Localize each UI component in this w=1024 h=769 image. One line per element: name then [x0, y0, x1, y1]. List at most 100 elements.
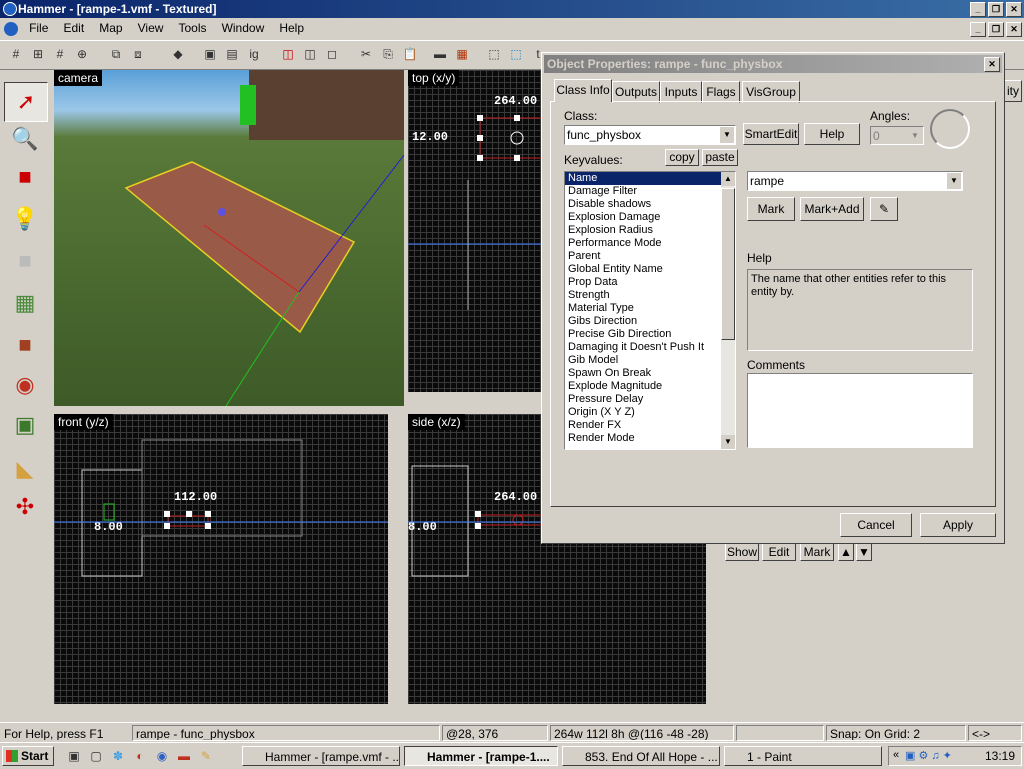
- magnify-tool-icon[interactable]: 🔍: [4, 120, 46, 158]
- task-hammer-1[interactable]: Hammer - [rampe.vmf - ...: [242, 746, 400, 766]
- chevron-down-icon[interactable]: ▼: [947, 173, 961, 189]
- box-icon[interactable]: ◻: [322, 44, 342, 64]
- desktop-icon[interactable]: ▣: [64, 746, 84, 766]
- keyvalue-item[interactable]: Damage Filter: [565, 185, 735, 198]
- vertex-tool-icon[interactable]: ✣: [4, 488, 46, 526]
- overlay-tool-icon[interactable]: ▣: [4, 406, 46, 444]
- cube-red-icon[interactable]: ◫: [278, 44, 298, 64]
- chevron-down-icon[interactable]: ▼: [908, 128, 922, 144]
- 3d-grid-icon[interactable]: ⊞: [28, 44, 48, 64]
- paste-button[interactable]: paste: [702, 149, 738, 166]
- behind-mark-button[interactable]: Mark: [800, 543, 834, 561]
- texture-app-tool-icon[interactable]: ▦: [4, 284, 46, 322]
- class-select[interactable]: func_physbox ▼: [564, 125, 736, 145]
- keyvalue-item[interactable]: Explosion Radius: [565, 224, 735, 237]
- dialog-close-button[interactable]: ✕: [984, 57, 1000, 72]
- keyvalue-item[interactable]: Parent: [565, 250, 735, 263]
- up-arrow-icon[interactable]: ▲: [838, 543, 854, 561]
- smartedit-button[interactable]: SmartEdit: [743, 123, 799, 145]
- selection-tool-icon[interactable]: ➚: [4, 82, 48, 122]
- mark-add-button[interactable]: Mark+Add: [800, 197, 864, 221]
- close-button[interactable]: ✕: [1006, 2, 1022, 17]
- side-hscroll[interactable]: [408, 704, 706, 718]
- doc-close-button[interactable]: ✕: [1006, 22, 1022, 37]
- app-icon-2[interactable]: ▬: [174, 746, 194, 766]
- pencil-icon[interactable]: ✎: [196, 746, 216, 766]
- tab-outputs[interactable]: Outputs: [612, 81, 660, 103]
- menu-window[interactable]: Window: [216, 18, 271, 38]
- keyvalue-item[interactable]: Render FX: [565, 419, 735, 432]
- keyvalue-item[interactable]: Explode Magnitude: [565, 380, 735, 393]
- keyvalue-item[interactable]: Spawn On Break: [565, 367, 735, 380]
- tab-flags[interactable]: Flags: [702, 81, 740, 103]
- menu-edit[interactable]: Edit: [57, 18, 90, 38]
- front-hscroll[interactable]: [54, 704, 388, 718]
- explorer-icon[interactable]: ▢: [86, 746, 106, 766]
- cut-icon[interactable]: ✂: [356, 44, 376, 64]
- messenger-icon[interactable]: ✽: [108, 746, 128, 766]
- keyvalue-item[interactable]: Explosion Damage: [565, 211, 735, 224]
- tab-inputs[interactable]: Inputs: [660, 81, 702, 103]
- task-music[interactable]: 853. End Of All Hope - ...: [562, 746, 720, 766]
- keyvalue-item[interactable]: Render Mode: [565, 432, 735, 445]
- top-hscroll[interactable]: [408, 392, 548, 406]
- menu-tools[interactable]: Tools: [172, 18, 212, 38]
- front-viewport[interactable]: front (y/z) 112.00 8.00: [54, 414, 388, 704]
- value-select[interactable]: rampe ▼: [747, 171, 963, 191]
- grid-icon[interactable]: #: [6, 44, 26, 64]
- menu-view[interactable]: View: [132, 18, 170, 38]
- hide-icon[interactable]: ◆: [168, 44, 188, 64]
- tab-class-info[interactable]: Class Info: [554, 79, 612, 102]
- media-icon[interactable]: ◉: [152, 746, 172, 766]
- tab-visgroup[interactable]: VisGroup: [742, 81, 800, 103]
- copy-button[interactable]: copy: [665, 149, 699, 166]
- tray-expand-icon[interactable]: «: [893, 749, 899, 761]
- minimize-button[interactable]: _: [970, 2, 986, 17]
- angles-select[interactable]: 0 ▼: [870, 126, 924, 145]
- help-button[interactable]: Help: [804, 123, 860, 145]
- keyvalue-item[interactable]: Name: [565, 172, 735, 185]
- doc-restore-button[interactable]: ❐: [988, 22, 1004, 37]
- task-hammer-2[interactable]: Hammer - [rampe-1....: [404, 746, 558, 766]
- select-region-icon[interactable]: ⬚: [506, 44, 526, 64]
- keyvalue-item[interactable]: Gibs Direction: [565, 315, 735, 328]
- keyvalue-item[interactable]: Disable shadows: [565, 198, 735, 211]
- paste-icon[interactable]: 📋: [400, 44, 420, 64]
- camera-tool-icon[interactable]: ■: [4, 158, 46, 196]
- keyvalue-item[interactable]: Prop Data: [565, 276, 735, 289]
- entity-tool-icon[interactable]: 💡: [4, 200, 46, 238]
- texture-icon[interactable]: ▬: [430, 44, 450, 64]
- keyvalues-list[interactable]: Name Damage Filter Disable shadows Explosio…: [564, 171, 736, 450]
- larger-grid-icon[interactable]: ⊕: [72, 44, 92, 64]
- group-icon[interactable]: ⧉: [106, 44, 126, 64]
- menu-help[interactable]: Help: [273, 18, 310, 38]
- apply-button[interactable]: Apply: [920, 513, 996, 537]
- texture-browser-icon[interactable]: ▦: [452, 44, 472, 64]
- doc-minimize-button[interactable]: _: [970, 22, 986, 37]
- apply-texture-tool-icon[interactable]: ■: [4, 326, 46, 364]
- scroll-down-icon[interactable]: ▼: [721, 435, 735, 449]
- keyvalues-scrollbar[interactable]: ▲ ▼: [721, 172, 735, 449]
- menu-map[interactable]: Map: [93, 18, 128, 38]
- angles-dial[interactable]: [930, 109, 970, 149]
- mark-button[interactable]: Mark: [747, 197, 795, 221]
- task-paint[interactable]: 1 - Paint: [724, 746, 882, 766]
- keyvalue-item[interactable]: Gib Model: [565, 354, 735, 367]
- keyvalue-item[interactable]: Pressure Delay: [565, 393, 735, 406]
- carve-icon[interactable]: ▣: [200, 44, 220, 64]
- chevron-down-icon[interactable]: ▼: [720, 127, 734, 143]
- keyvalue-item[interactable]: Material Type: [565, 302, 735, 315]
- comments-textarea[interactable]: [747, 373, 973, 448]
- winamp-icon[interactable]: ◐: [130, 746, 150, 766]
- smaller-grid-icon[interactable]: #: [50, 44, 70, 64]
- select-icon[interactable]: ⬚: [484, 44, 504, 64]
- down-arrow-icon[interactable]: ▼: [856, 543, 872, 561]
- camera-viewport[interactable]: camera: [54, 70, 404, 406]
- keyvalue-item[interactable]: Origin (X Y Z): [565, 406, 735, 419]
- menu-file[interactable]: File: [23, 18, 54, 38]
- hollow-icon[interactable]: ▤: [222, 44, 242, 64]
- restore-button[interactable]: ❐: [988, 2, 1004, 17]
- keyvalue-item[interactable]: Strength: [565, 289, 735, 302]
- cancel-button[interactable]: Cancel: [840, 513, 912, 537]
- front-vscroll[interactable]: [388, 414, 402, 704]
